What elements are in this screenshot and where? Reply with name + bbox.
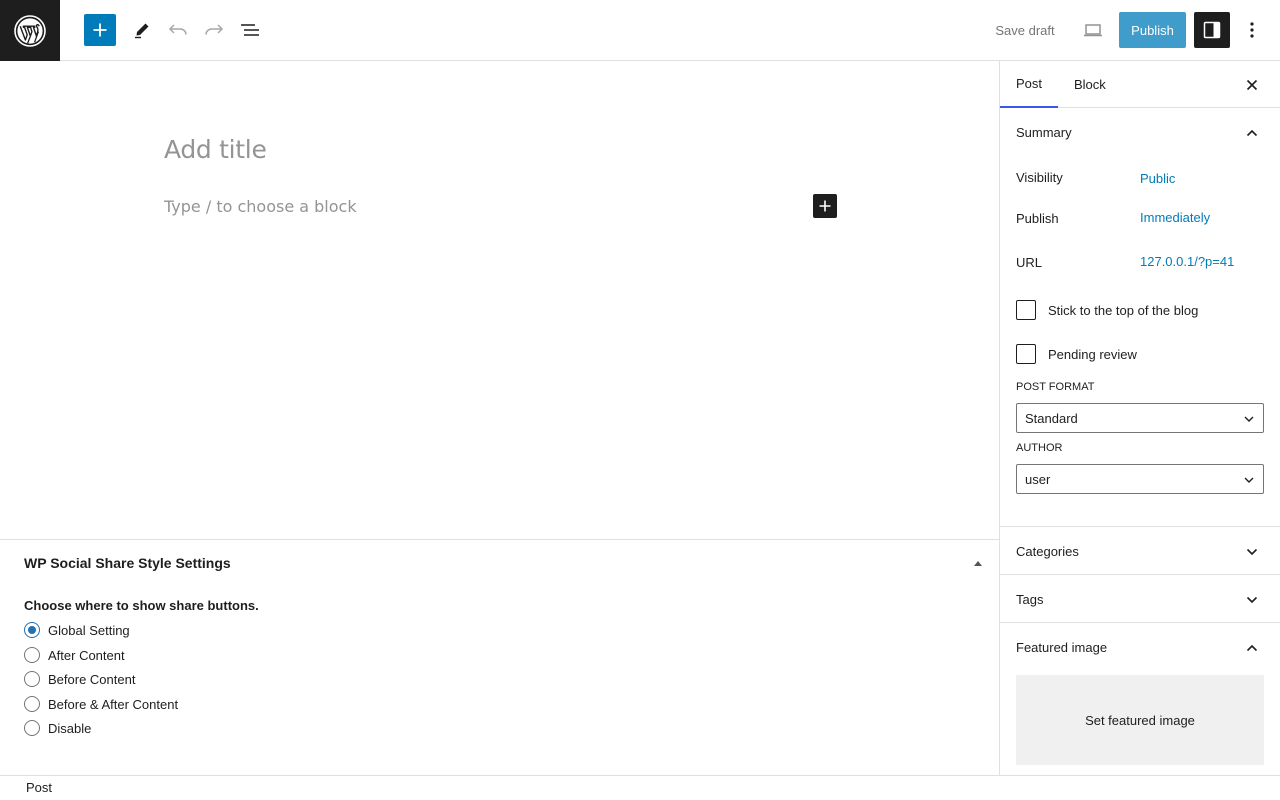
chevron-down-icon: [1243, 413, 1255, 425]
summary-panel-toggle[interactable]: [1244, 125, 1260, 141]
categories-panel-title: Categories: [1016, 543, 1079, 559]
categories-panel-header[interactable]: Categories: [1000, 527, 1280, 575]
metabox-toggle-button[interactable]: [972, 558, 984, 568]
summary-panel-title: Summary: [1016, 124, 1072, 140]
tags-panel-header[interactable]: Tags: [1000, 575, 1280, 623]
tags-panel-title: Tags: [1016, 591, 1044, 607]
publish-label: Publish: [1016, 211, 1059, 226]
social-share-metabox: WP Social Share Style Settings Choose wh…: [0, 539, 999, 775]
radio-option-global-setting[interactable]: Global Setting: [24, 621, 130, 639]
preview-button[interactable]: [1078, 14, 1108, 46]
author-label: AUTHOR: [1016, 442, 1063, 454]
chevron-down-icon: [1246, 548, 1258, 556]
tools-button[interactable]: [128, 14, 156, 46]
desktop-preview-icon: [1084, 24, 1102, 37]
redo-icon: [205, 24, 224, 35]
author-select[interactable]: user: [1016, 464, 1264, 494]
pending-review-checkbox-row[interactable]: Pending review: [1016, 344, 1137, 364]
block-breadcrumb[interactable]: Post: [26, 780, 52, 795]
radio-button[interactable]: [24, 696, 40, 712]
radio-option-after-content[interactable]: After Content: [24, 646, 125, 664]
publish-date-link[interactable]: Immediately: [1140, 210, 1210, 225]
url-link[interactable]: 127.0.0.1/?p=41: [1140, 254, 1234, 269]
metabox-title: WP Social Share Style Settings: [24, 555, 231, 571]
pending-review-label: Pending review: [1048, 346, 1137, 362]
default-block-appender[interactable]: Type / to choose a block: [164, 197, 357, 216]
settings-toggle-button[interactable]: [1194, 12, 1230, 48]
summary-panel-header[interactable]: Summary: [1000, 108, 1280, 156]
sticky-label: Stick to the top of the blog: [1048, 302, 1199, 318]
radio-option-disable[interactable]: Disable: [24, 719, 91, 737]
wordpress-logo-icon: [14, 14, 46, 47]
more-options-icon: [1250, 22, 1254, 38]
pending-review-checkbox[interactable]: [1016, 344, 1036, 364]
radio-checked-dot: [28, 626, 36, 634]
undo-button[interactable]: [166, 14, 190, 46]
tags-panel-toggle[interactable]: [1244, 592, 1260, 608]
pencil-icon: [135, 23, 149, 39]
close-icon: [1246, 79, 1258, 91]
block-inserter-button[interactable]: [84, 14, 116, 46]
post-format-select[interactable]: Standard: [1016, 403, 1264, 433]
sidebar-tabs: Post Block: [1000, 61, 1280, 108]
sidebar-toggle-icon: [1203, 21, 1221, 39]
visibility-value-link[interactable]: Public: [1140, 171, 1175, 186]
radio-label: Before & After Content: [48, 696, 179, 712]
undo-icon: [168, 24, 187, 35]
radio-option-before-content[interactable]: Before Content: [24, 670, 135, 688]
sticky-checkbox[interactable]: [1016, 300, 1036, 320]
radio-label: Disable: [48, 720, 92, 736]
metabox-question: Choose where to show share buttons.: [24, 598, 259, 613]
post-format-label: POST FORMAT: [1016, 381, 1095, 393]
editor-canvas: Add title Type / to choose a block: [0, 61, 999, 539]
featured-image-panel-title: Featured image: [1016, 639, 1108, 655]
radio-label: After Content: [48, 647, 125, 663]
set-featured-image-button[interactable]: Set featured image: [1016, 675, 1264, 765]
close-settings-button[interactable]: [1240, 73, 1264, 97]
chevron-up-icon: [1246, 129, 1258, 137]
radio-label: Global Setting: [48, 622, 130, 638]
featured-image-panel-toggle[interactable]: [1244, 640, 1260, 656]
radio-label: Before Content: [48, 671, 136, 687]
more-options-button[interactable]: [1240, 14, 1264, 46]
tab-block[interactable]: Block: [1058, 61, 1122, 108]
tab-post[interactable]: Post: [1000, 61, 1059, 108]
sticky-checkbox-row[interactable]: Stick to the top of the blog: [1016, 300, 1198, 320]
list-view-icon: [241, 24, 259, 36]
post-title-input[interactable]: Add title: [164, 135, 267, 164]
document-overview-button[interactable]: [238, 14, 262, 46]
wordpress-logo-button[interactable]: [0, 0, 60, 61]
plus-icon: [819, 200, 831, 212]
visibility-label: Visibility: [1016, 170, 1063, 185]
radio-button[interactable]: [24, 671, 40, 687]
publish-button[interactable]: Publish: [1119, 12, 1186, 48]
categories-panel-toggle[interactable]: [1244, 544, 1260, 560]
post-format-value: Standard: [1025, 410, 1078, 426]
url-label: URL: [1016, 255, 1043, 270]
editor-header: Save draft Publish: [0, 0, 1280, 61]
plus-icon: [93, 23, 107, 37]
save-draft-button[interactable]: Save draft: [984, 14, 1066, 46]
redo-button[interactable]: [202, 14, 226, 46]
featured-image-panel-header[interactable]: Featured image: [1000, 623, 1280, 671]
author-value: user: [1025, 471, 1051, 487]
editor-footer: Post: [0, 775, 1280, 800]
settings-sidebar: Post Block Summary Visibility Public Pub…: [999, 61, 1280, 775]
radio-option-before-after-content[interactable]: Before & After Content: [24, 695, 178, 713]
triangle-up-icon: [974, 561, 982, 566]
chevron-down-icon: [1243, 474, 1255, 486]
radio-button[interactable]: [24, 647, 40, 663]
inline-inserter-button[interactable]: [813, 194, 837, 218]
chevron-up-icon: [1246, 644, 1258, 652]
chevron-down-icon: [1246, 596, 1258, 604]
radio-button[interactable]: [24, 720, 40, 736]
radio-button[interactable]: [24, 622, 40, 638]
